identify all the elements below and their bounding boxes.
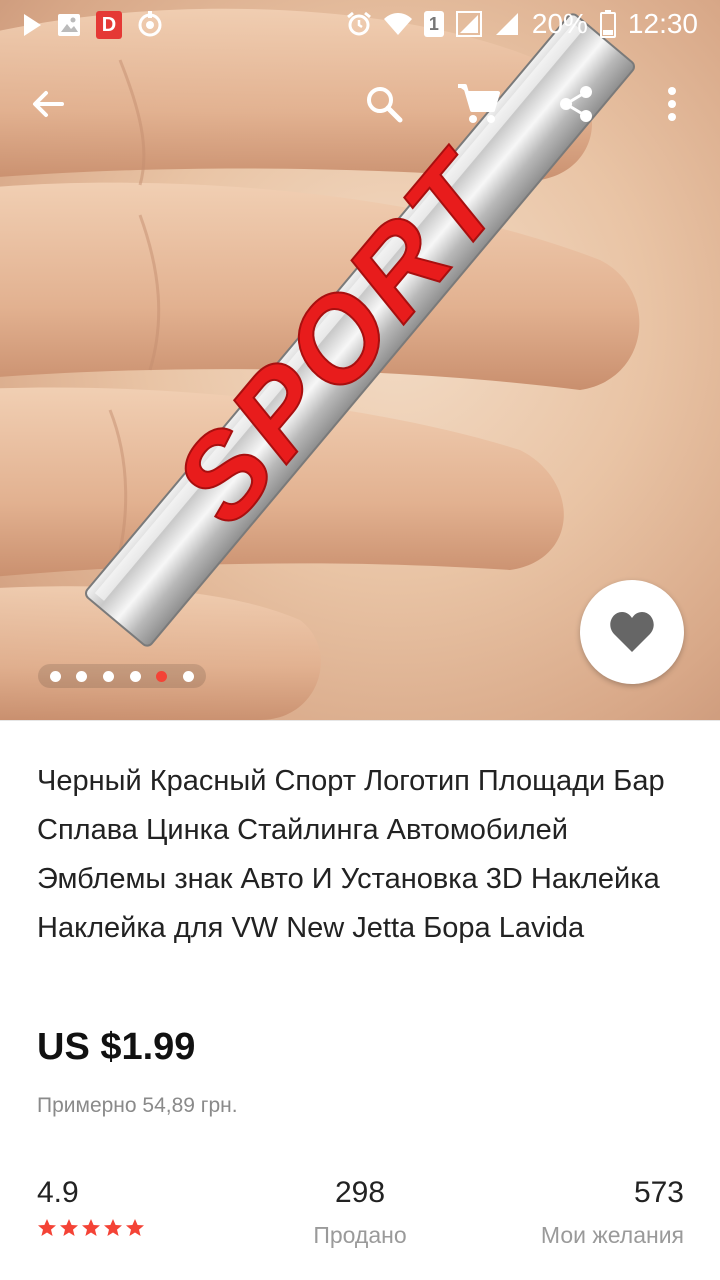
product-title: Черный Красный Спорт Логотип Площади Бар… [37, 765, 665, 944]
more-vert-icon [668, 87, 676, 121]
share-button[interactable] [544, 66, 608, 142]
gallery-icon [56, 12, 82, 38]
sold-label: Продано [313, 1222, 407, 1248]
star-icon [38, 1219, 56, 1236]
gallery-dot[interactable] [156, 670, 168, 682]
cart-icon [458, 84, 500, 123]
divider [0, 720, 720, 721]
play-store-icon [22, 13, 42, 37]
signal-icon [455, 11, 482, 37]
star-icon [104, 1219, 122, 1236]
sync-icon [136, 11, 164, 39]
gallery-dot[interactable] [49, 670, 61, 682]
product-screen: SPORT D 1 20% 12:30 Черный Красный Спорт… [0, 0, 720, 1280]
alarm-icon [346, 11, 372, 37]
search-icon [367, 87, 403, 123]
battery-percent: 20% [531, 8, 588, 39]
d-app-icon: D [96, 11, 122, 39]
clock: 12:30 [627, 8, 698, 39]
product-price: US $1.99 [37, 1026, 196, 1068]
signal-icon-2 [494, 11, 520, 37]
gallery-dot[interactable] [76, 670, 88, 682]
star-icon [60, 1219, 78, 1236]
more-options-button[interactable] [640, 66, 704, 142]
battery-icon [599, 10, 616, 38]
rating-value: 4.9 [37, 1176, 79, 1209]
wishlist-block[interactable]: 573 Мои желания [541, 1176, 684, 1249]
heart-icon [610, 612, 654, 652]
back-button[interactable] [16, 66, 80, 142]
search-button[interactable] [352, 66, 416, 142]
gallery-dot[interactable] [183, 670, 195, 682]
rating-block[interactable]: 4.9 [37, 1176, 145, 1238]
star-icon [126, 1219, 144, 1236]
approx-local-price: Примерно 54,89 грн. [37, 1094, 238, 1117]
product-image-gallery[interactable]: SPORT D 1 20% 12:30 [0, 0, 720, 720]
product-stats: 4.9 298 Продано 573 Мои желания [0, 1176, 720, 1280]
wishlist-label: Мои желания [540, 1222, 684, 1248]
back-arrow-icon [33, 91, 64, 117]
cart-button[interactable] [446, 66, 510, 142]
app-bar [0, 66, 720, 142]
status-bar: D 1 20% 12:30 [0, 0, 720, 50]
gallery-dot[interactable] [103, 670, 115, 682]
star-icon [82, 1219, 100, 1236]
gallery-dot[interactable] [129, 670, 141, 682]
add-to-wishlist-button[interactable] [580, 580, 684, 684]
sim-icon: 1 [423, 11, 444, 37]
sold-block: 298 Продано [270, 1176, 450, 1249]
rating-stars [37, 1218, 145, 1238]
wifi-icon [383, 11, 412, 37]
wishlist-count: 573 [633, 1176, 684, 1209]
gallery-pagination [38, 664, 206, 688]
sold-count: 298 [334, 1176, 386, 1209]
share-icon [560, 86, 592, 122]
